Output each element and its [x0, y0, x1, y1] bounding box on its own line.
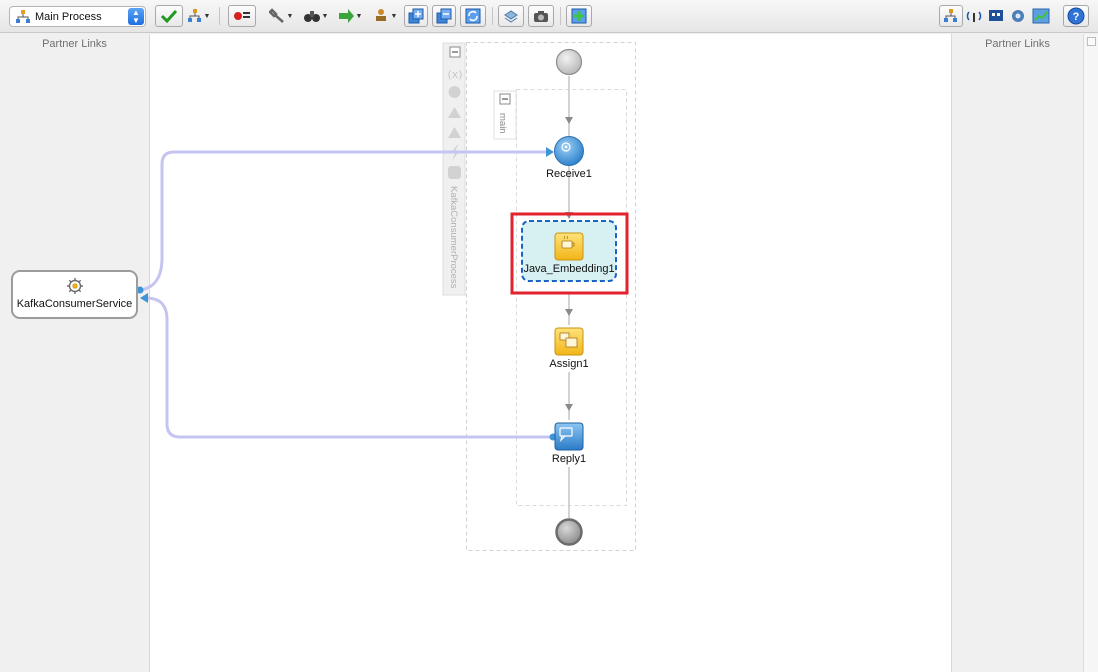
- select-stepper-icon[interactable]: ▲ ▼: [128, 8, 144, 25]
- hierarchy-icon: [187, 9, 201, 22]
- end-event-icon[interactable]: [555, 518, 583, 546]
- chevron-down-icon: ▼: [203, 12, 211, 20]
- partner-links-right-title: Partner Links: [985, 38, 1050, 50]
- camera-button[interactable]: [528, 5, 554, 27]
- process-tree-icon: [16, 9, 30, 23]
- binoculars-icon: [303, 11, 320, 22]
- gear-icon: [66, 278, 83, 294]
- gear-shield-icon: [1012, 10, 1024, 22]
- receive-label: Receive1: [546, 168, 592, 180]
- green-arrow-icon: [338, 9, 354, 23]
- assign-activity-icon[interactable]: [554, 327, 584, 356]
- help-icon: ?: [1067, 7, 1085, 25]
- partner-links-right-panel: Partner Links: [951, 34, 1083, 672]
- reply-label: Reply1: [551, 453, 587, 465]
- settings-button[interactable]: [1007, 5, 1029, 27]
- monitor-icon: [989, 10, 1003, 21]
- assign-label: Assign1: [549, 358, 589, 370]
- toolbar: Main Process ▲ ▼ ▼ ▼ ▼ ▼ ▼ ?: [0, 0, 1098, 33]
- stamp-icon: [375, 9, 386, 21]
- find-button[interactable]: ▼: [301, 5, 331, 27]
- validate-button[interactable]: [155, 5, 183, 27]
- chevron-down-icon: ▼: [321, 12, 329, 20]
- add-scope-button[interactable]: [566, 5, 592, 27]
- check-icon: [160, 9, 178, 23]
- scope-collapse-icon[interactable]: [449, 46, 461, 58]
- wrench-icon: [268, 8, 284, 23]
- chevron-down-icon: ▼: [355, 12, 363, 20]
- add-green-icon: [571, 8, 587, 24]
- hierarchy-button[interactable]: ▼: [186, 5, 212, 27]
- tools-button[interactable]: ▼: [266, 5, 296, 27]
- sequence-collapse-icon[interactable]: [499, 93, 511, 105]
- collapse-icon: [436, 8, 452, 24]
- chart-icon: [1032, 8, 1050, 24]
- process-select-label: Main Process: [35, 10, 102, 23]
- help-button[interactable]: ?: [1063, 5, 1089, 27]
- receive-activity-icon[interactable]: [554, 136, 584, 166]
- analytics-button[interactable]: [1029, 5, 1053, 27]
- layers-icon: [504, 10, 518, 23]
- start-event-icon[interactable]: [555, 48, 583, 76]
- breakpoint-icon: [234, 12, 250, 20]
- reply-activity-icon[interactable]: [554, 422, 584, 451]
- monitor-button[interactable]: [985, 5, 1007, 27]
- service-name-label: KafkaConsumerService: [16, 298, 133, 310]
- vertical-scrollbar[interactable]: [1083, 34, 1098, 672]
- chevron-down-icon: ▼: [390, 12, 398, 20]
- stamp-button[interactable]: ▼: [370, 5, 400, 27]
- expand-icon: [408, 8, 424, 24]
- camera-icon: [534, 11, 548, 22]
- collapse-all-button[interactable]: [432, 5, 456, 27]
- expand-all-button[interactable]: [404, 5, 428, 27]
- tree-icon: [944, 9, 957, 22]
- layer-button[interactable]: [498, 5, 524, 27]
- process-select[interactable]: Main Process ▲ ▼: [9, 6, 146, 27]
- process-canvas[interactable]: [150, 34, 951, 672]
- chevron-down-icon: ▼: [286, 12, 294, 20]
- scrollbar-thumb[interactable]: [1087, 37, 1096, 46]
- kafka-consumer-service[interactable]: KafkaConsumerService: [11, 270, 138, 319]
- java-embedding-label: Java_Embedding1: [523, 263, 615, 275]
- partner-links-left-title: Partner Links: [42, 38, 107, 50]
- antenna-icon: [966, 11, 982, 22]
- refresh-button[interactable]: [460, 5, 486, 27]
- deploy-button[interactable]: ▼: [335, 5, 365, 27]
- partner-links-left-panel: Partner Links: [0, 34, 150, 672]
- svg-text:?: ?: [1073, 11, 1080, 23]
- sensors-button[interactable]: [963, 5, 985, 27]
- view-tree-button[interactable]: [939, 5, 963, 27]
- refresh-icon: [465, 8, 481, 24]
- breakpoint-button[interactable]: [228, 5, 256, 27]
